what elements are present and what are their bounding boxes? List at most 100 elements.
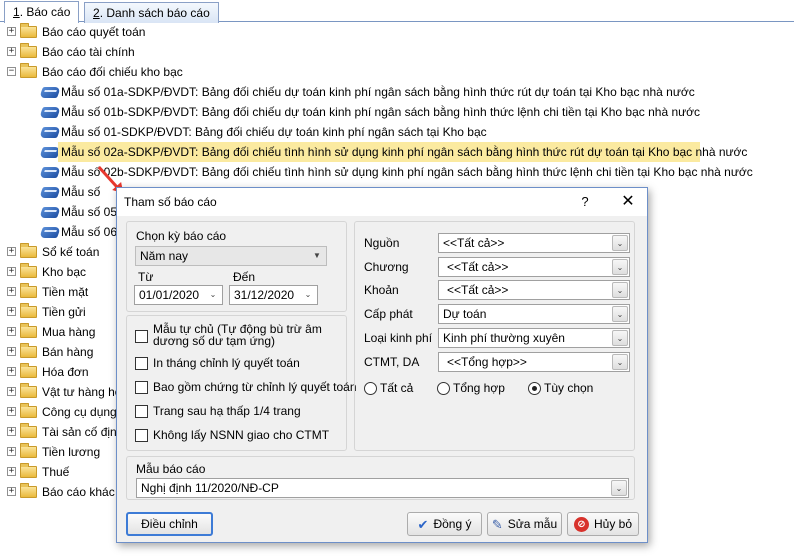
expand-icon[interactable]: + [7,247,16,256]
period-label: Chọn kỳ báo cáo [136,229,227,243]
help-icon[interactable]: ? [575,188,595,216]
tab-bar: 1. Báo cáo 2. Danh sách báo cáo [0,0,794,23]
chapter-select[interactable]: <<Tất cả>> ⌄ [438,257,630,277]
template-group: Mẫu báo cáo Nghị định 11/2020/NĐ-CP ⌄ [126,456,635,500]
option-exclude-nsnn-checkbox[interactable] [135,429,148,442]
source-value: <<Tất cả>> [443,236,505,250]
chevron-down-icon[interactable]: ⌄ [612,282,628,298]
option-lower-page-label: Trang sau hạ thấp 1/4 trang [153,404,301,418]
to-date-input[interactable]: 31/12/2020 ⌄ [229,285,318,305]
radio-summary-label: Tổng hợp [453,381,505,395]
chevron-down-icon[interactable]: ⌄ [612,306,628,322]
checkmark-icon: ✔ [417,516,429,532]
item-label: Khoản [364,283,399,297]
expand-icon[interactable]: + [7,407,16,416]
item-select[interactable]: <<Tất cả>> ⌄ [438,280,630,300]
dialog-title-bar: Tham số báo cáo [117,188,647,216]
expand-icon[interactable]: + [7,287,16,296]
chevron-down-icon[interactable]: ⌄ [611,480,627,496]
expand-icon[interactable]: + [7,467,16,476]
expand-icon[interactable]: + [7,47,16,56]
edit-template-button[interactable]: ✎ Sửa mẫu [487,512,562,536]
cancel-button[interactable]: ⊘ Hủy bỏ [567,512,639,536]
radio-summary[interactable] [437,382,450,395]
from-date-input[interactable]: 01/01/2020 ⌄ [134,285,223,305]
expand-icon[interactable]: + [7,427,16,436]
calendar-dropdown-icon[interactable]: ⌄ [300,287,316,303]
option-include-adjustments-checkbox[interactable] [135,381,148,394]
tree-item-label: Mẫu số 01b-SDKP/ĐVDT: Bảng đối chiếu dự … [61,105,701,119]
tree-item-label: Báo cáo quyết toán [42,25,146,39]
filter-group: Nguồn <<Tất cả>> ⌄ Chương <<Tất cả>> ⌄ Kho… [354,221,635,451]
cancel-icon: ⊘ [573,517,589,533]
folder-icon [20,383,37,398]
allocation-select[interactable]: Dự toán ⌄ [438,304,630,324]
expand-icon[interactable]: + [7,367,16,376]
dialog-title: Tham số báo cáo [124,195,217,209]
tree-item-label: Công cụ dụng c [42,405,127,419]
folder-icon [20,443,37,458]
folder-icon [20,343,37,358]
option-adjustment-month-checkbox[interactable] [135,357,148,370]
source-label: Nguồn [364,236,400,250]
options-group: Mẫu tự chủ (Tự động bù trừ âm dương số d… [126,315,357,451]
tree-item-label: Mẫu số 06- [61,225,122,239]
tab-reports-label: . Báo cáo [19,5,71,19]
report-book-icon [38,187,62,198]
expand-icon[interactable]: + [7,447,16,456]
option-exclude-nsnn-label: Không lấy NSNN giao cho CTMT [153,428,330,442]
chevron-down-icon[interactable]: ⌄ [612,330,628,346]
expand-icon[interactable]: + [7,327,16,336]
folder-icon [20,263,37,278]
expand-icon[interactable]: + [7,307,16,316]
tab-report-list-label: . Danh sách báo cáo [99,6,210,20]
edit-template-button-label: Sửa mẫu [507,517,558,531]
folder-icon [20,283,37,298]
adjust-button[interactable]: Điều chỉnh [126,512,213,536]
chevron-down-icon[interactable]: ⌄ [612,354,628,370]
option-lower-page-checkbox[interactable] [135,405,148,418]
expand-icon[interactable]: + [7,487,16,496]
ctmt-select[interactable]: <<Tổng hợp>> ⌄ [438,352,630,372]
chevron-down-icon[interactable]: ▼ [309,248,325,264]
period-group: Chọn kỳ báo cáo Năm nay ▼ Từ Đến 01/01/2… [126,221,347,312]
edit-template-icon: ✎ [491,516,503,532]
source-select[interactable]: <<Tất cả>> ⌄ [438,233,630,253]
option-include-adjustments-label: Bao gồm chứng từ chỉnh lý quyết toán [153,380,357,394]
template-select[interactable]: Nghị định 11/2020/NĐ-CP ⌄ [136,478,629,498]
expand-icon[interactable]: + [7,267,16,276]
folder-icon [20,43,37,58]
collapse-icon[interactable]: − [7,67,16,76]
tab-reports[interactable]: 1. Báo cáo [4,1,80,23]
expand-icon[interactable]: + [7,27,16,36]
folder-icon [20,423,37,438]
option-adjustment-month-label: In tháng chỉnh lý quyết toán [153,356,300,370]
chevron-down-icon[interactable]: ⌄ [612,259,628,275]
tree-item-label: Báo cáo đối chiếu kho bạc [42,65,183,79]
close-icon[interactable]: ✕ [613,188,643,216]
radio-all-label: Tất cả [380,381,414,395]
folder-icon [20,483,37,498]
expand-icon[interactable]: + [7,347,16,356]
expand-icon[interactable]: + [7,387,16,396]
tab-report-list[interactable]: 2. Danh sách báo cáo [84,2,219,23]
report-book-icon [38,207,62,218]
tree-item-label: Tiền lương [42,445,101,459]
option-auto-offset-checkbox[interactable] [135,330,148,343]
chevron-down-icon[interactable]: ⌄ [612,235,628,251]
ctmt-label: CTMT, DA [364,355,420,369]
funding-type-select[interactable]: Kinh phí thường xuyên ⌄ [438,328,630,348]
report-book-icon [38,107,62,118]
tree-item-label: Kho bạc [42,265,87,279]
radio-all[interactable] [364,382,377,395]
tree-item-label: Báo cáo tài chính [42,45,135,59]
tree-item-label: Mẫu số 01a-SDKP/ĐVDT: Bảng đối chiếu dự … [61,85,695,99]
period-select[interactable]: Năm nay ▼ [135,246,327,266]
report-book-icon [38,227,62,238]
ok-button[interactable]: ✔ Đồng ý [407,512,482,536]
tree-item-label: Thuế [42,465,70,479]
radio-custom[interactable] [528,382,541,395]
folder-icon [20,23,37,38]
calendar-dropdown-icon[interactable]: ⌄ [205,287,221,303]
cancel-button-label: Hủy bỏ [593,517,633,531]
